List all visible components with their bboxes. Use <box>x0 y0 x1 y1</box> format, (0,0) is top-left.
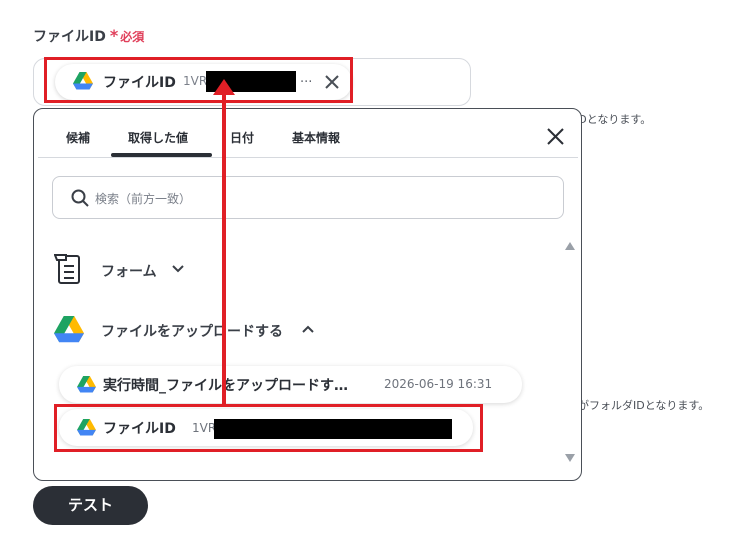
hint-text-2: がフォルダIDとなります。 <box>578 399 710 412</box>
tab-divider <box>38 157 578 158</box>
scroll-up-icon[interactable] <box>565 242 575 250</box>
annotation-arrow-line <box>222 91 226 407</box>
search-placeholder: 検索（前方一致） <box>95 192 192 206</box>
required-text: 必須 <box>120 30 145 44</box>
group-label-form[interactable]: フォーム <box>101 261 157 281</box>
tab-date[interactable]: 日付 <box>230 129 254 146</box>
scroll-down-icon[interactable] <box>565 454 575 462</box>
close-icon[interactable] <box>547 128 564 145</box>
highlight-box-item <box>54 404 483 452</box>
test-button[interactable]: テスト <box>33 486 148 525</box>
tab-fetched-values[interactable]: 取得した値 <box>128 129 188 146</box>
chevron-up-icon[interactable] <box>302 325 314 333</box>
hint-text-1: IDとなります。 <box>575 113 652 126</box>
tab-candidates[interactable]: 候補 <box>66 129 90 146</box>
chevron-down-icon[interactable] <box>172 265 184 273</box>
item-timestamp: 2026-06-19 16:31 <box>384 377 493 391</box>
highlight-box-chip <box>44 57 353 103</box>
search-icon <box>71 189 89 207</box>
arrow-up-icon <box>213 79 235 95</box>
form-icon <box>54 254 80 284</box>
field-label-text: ファイルID <box>33 29 106 45</box>
group-label-upload[interactable]: ファイルをアップロードする <box>101 321 283 341</box>
tab-basic-info[interactable]: 基本情報 <box>292 129 340 146</box>
google-drive-icon <box>54 316 84 343</box>
field-label: ファイルID * 必須 <box>33 26 144 46</box>
active-tab-indicator <box>111 153 212 157</box>
google-drive-icon <box>77 376 96 393</box>
required-star: * <box>109 26 119 45</box>
